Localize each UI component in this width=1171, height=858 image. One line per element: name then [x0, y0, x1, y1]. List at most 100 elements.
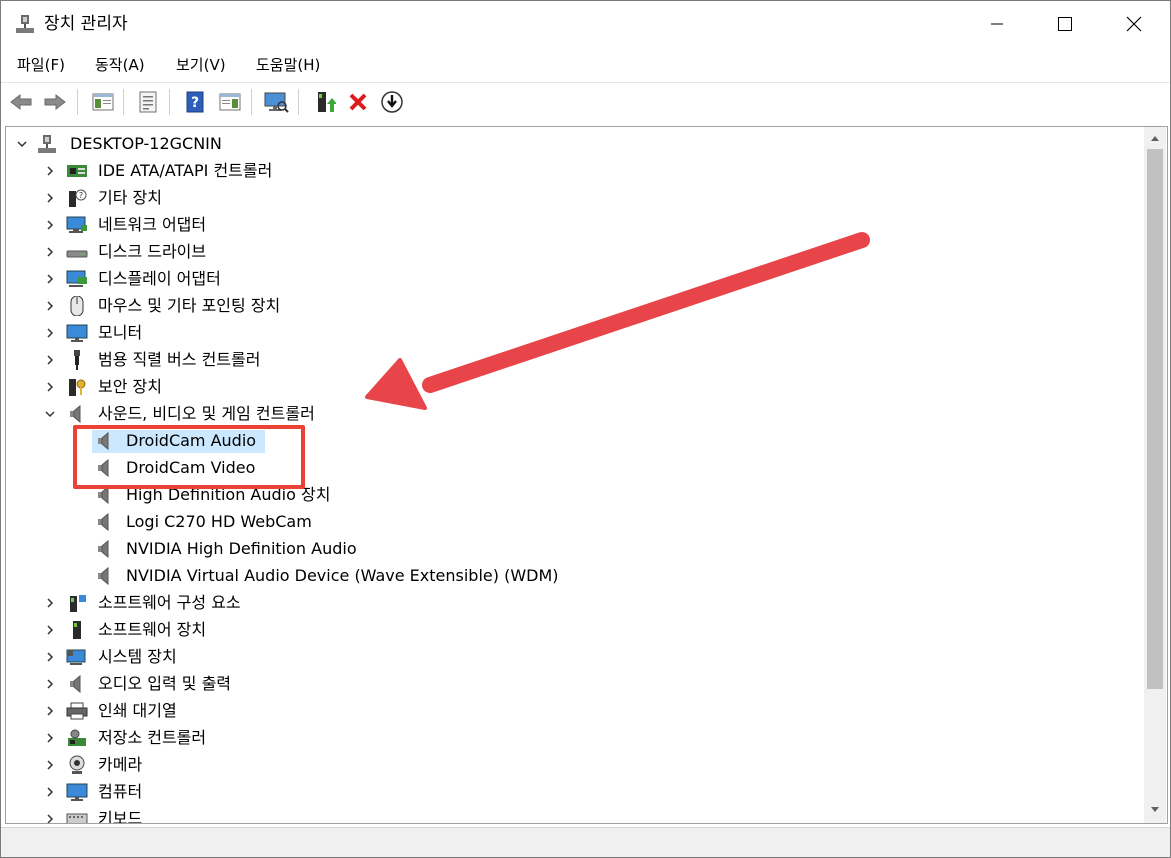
minimize-button[interactable]	[974, 1, 1020, 47]
tree-category[interactable]: 소프트웨어 구성 요소	[6, 590, 1136, 616]
vertical-scrollbar[interactable]	[1144, 127, 1166, 823]
tree-category[interactable]: 디스크 드라이브	[6, 239, 1136, 265]
expand-icon[interactable]	[42, 730, 58, 746]
toolbar-separator	[123, 89, 124, 115]
disable-device-icon	[381, 91, 403, 113]
scan-hardware-button[interactable]	[262, 88, 290, 116]
update-driver-button[interactable]	[310, 88, 338, 116]
menu-file[interactable]: 파일(F)	[17, 50, 65, 80]
tree-category[interactable]: 네트워크 어댑터	[6, 212, 1136, 238]
tree-category[interactable]: 보안 장치	[6, 374, 1136, 400]
device-item[interactable]: NVIDIA Virtual Audio Device (Wave Extens…	[6, 563, 1136, 589]
tree-category[interactable]: 마우스 및 기타 포인팅 장치	[6, 293, 1136, 319]
scroll-down-icon[interactable]	[1144, 801, 1166, 819]
expand-icon[interactable]	[42, 622, 58, 638]
tree-category[interactable]: 소프트웨어 장치	[6, 617, 1136, 643]
toolbar-separator	[298, 89, 299, 115]
disable-device-button[interactable]	[378, 88, 406, 116]
tree-category-expanded[interactable]: 사운드, 비디오 및 게임 컨트롤러	[6, 401, 1136, 427]
tree-category[interactable]: 컴퓨터	[6, 779, 1136, 805]
menu-view[interactable]: 보기(V)	[176, 50, 226, 80]
expand-icon[interactable]	[42, 352, 58, 368]
menu-help[interactable]: 도움말(H)	[256, 50, 320, 80]
help-button[interactable]: ?	[181, 88, 209, 116]
tree-category[interactable]: 시스템 장치	[6, 644, 1136, 670]
minimize-icon	[991, 23, 1003, 25]
close-button[interactable]	[1111, 1, 1157, 47]
tree-category[interactable]: 디스플레이 어댑터	[6, 266, 1136, 292]
category-label: 소프트웨어 구성 요소	[98, 593, 241, 612]
tree-root[interactable]: DESKTOP-12GCNIN	[6, 131, 1136, 157]
expand-icon[interactable]	[42, 190, 58, 206]
expand-icon[interactable]	[42, 595, 58, 611]
forward-icon	[44, 93, 66, 111]
uninstall-icon	[349, 93, 367, 111]
tree-category[interactable]: ? 기타 장치	[6, 185, 1136, 211]
category-label: 네트워크 어댑터	[98, 215, 207, 234]
tree-category[interactable]: 인쇄 대기열	[6, 698, 1136, 724]
expand-icon[interactable]	[42, 811, 58, 823]
tree-category[interactable]: 범용 직렬 버스 컨트롤러	[6, 347, 1136, 373]
category-label: 범용 직렬 버스 컨트롤러	[98, 350, 261, 369]
tree-category[interactable]: IDE ATA/ATAPI 컨트롤러	[6, 158, 1136, 184]
action-pane-button[interactable]	[216, 88, 244, 116]
category-label: 기타 장치	[98, 188, 162, 207]
tree-category[interactable]: 오디오 입력 및 출력	[6, 671, 1136, 697]
update-driver-icon	[318, 92, 336, 112]
scroll-up-icon[interactable]	[1144, 129, 1166, 147]
display-adapter-icon	[66, 270, 87, 287]
collapse-icon[interactable]	[14, 136, 30, 152]
tree-category[interactable]: 저장소 컨트롤러	[6, 725, 1136, 751]
computer-icon	[66, 783, 88, 801]
category-label: IDE ATA/ATAPI 컨트롤러	[98, 161, 273, 180]
monitor-icon	[66, 324, 88, 342]
expand-icon[interactable]	[42, 649, 58, 665]
expand-icon[interactable]	[42, 298, 58, 314]
maximize-button[interactable]	[1042, 1, 1088, 47]
scan-hardware-icon	[264, 92, 289, 113]
show-hide-console-tree-icon	[92, 93, 114, 111]
title-bar: 장치 관리자	[1, 1, 1170, 47]
device-item[interactable]: Logi C270 HD WebCam	[6, 509, 1136, 535]
expand-icon[interactable]	[42, 784, 58, 800]
help-icon: ?	[186, 91, 204, 113]
forward-button[interactable]	[41, 88, 69, 116]
expand-icon[interactable]	[42, 676, 58, 692]
expand-icon[interactable]	[42, 217, 58, 233]
speaker-icon	[98, 512, 109, 532]
expand-icon[interactable]	[42, 379, 58, 395]
storage-controller-icon	[68, 729, 86, 746]
category-label: 저장소 컨트롤러	[98, 728, 207, 747]
expand-icon[interactable]	[42, 163, 58, 179]
show-hide-console-tree-button[interactable]	[89, 88, 117, 116]
expand-icon[interactable]	[42, 271, 58, 287]
expand-icon[interactable]	[42, 703, 58, 719]
expand-icon[interactable]	[42, 325, 58, 341]
action-pane-icon	[219, 93, 241, 111]
menu-action[interactable]: 동작(A)	[95, 50, 145, 80]
window-title: 장치 관리자	[44, 14, 128, 34]
ide-controller-icon	[67, 165, 87, 177]
category-label: 소프트웨어 장치	[98, 620, 207, 639]
expand-icon[interactable]	[42, 757, 58, 773]
category-label: 사운드, 비디오 및 게임 컨트롤러	[98, 404, 315, 423]
collapse-icon[interactable]	[42, 406, 58, 422]
speaker-icon	[70, 404, 81, 424]
back-button[interactable]	[7, 88, 35, 116]
tree-category[interactable]: 모니터	[6, 320, 1136, 346]
properties-icon	[139, 91, 157, 113]
expand-icon[interactable]	[42, 244, 58, 260]
properties-button[interactable]	[134, 88, 162, 116]
toolbar-separator	[251, 89, 252, 115]
speaker-icon	[98, 539, 109, 559]
device-item[interactable]: NVIDIA High Definition Audio	[6, 536, 1136, 562]
tree-category[interactable]: 키보드	[6, 806, 1136, 823]
security-device-icon	[69, 379, 86, 396]
toolbar-separator	[169, 89, 170, 115]
tree-category[interactable]: 카메라	[6, 752, 1136, 778]
uninstall-button[interactable]	[344, 88, 372, 116]
svg-text:?: ?	[79, 191, 83, 200]
speaker-icon	[98, 566, 109, 586]
category-label: 디스크 드라이브	[98, 242, 207, 261]
scroll-thumb[interactable]	[1147, 149, 1163, 689]
